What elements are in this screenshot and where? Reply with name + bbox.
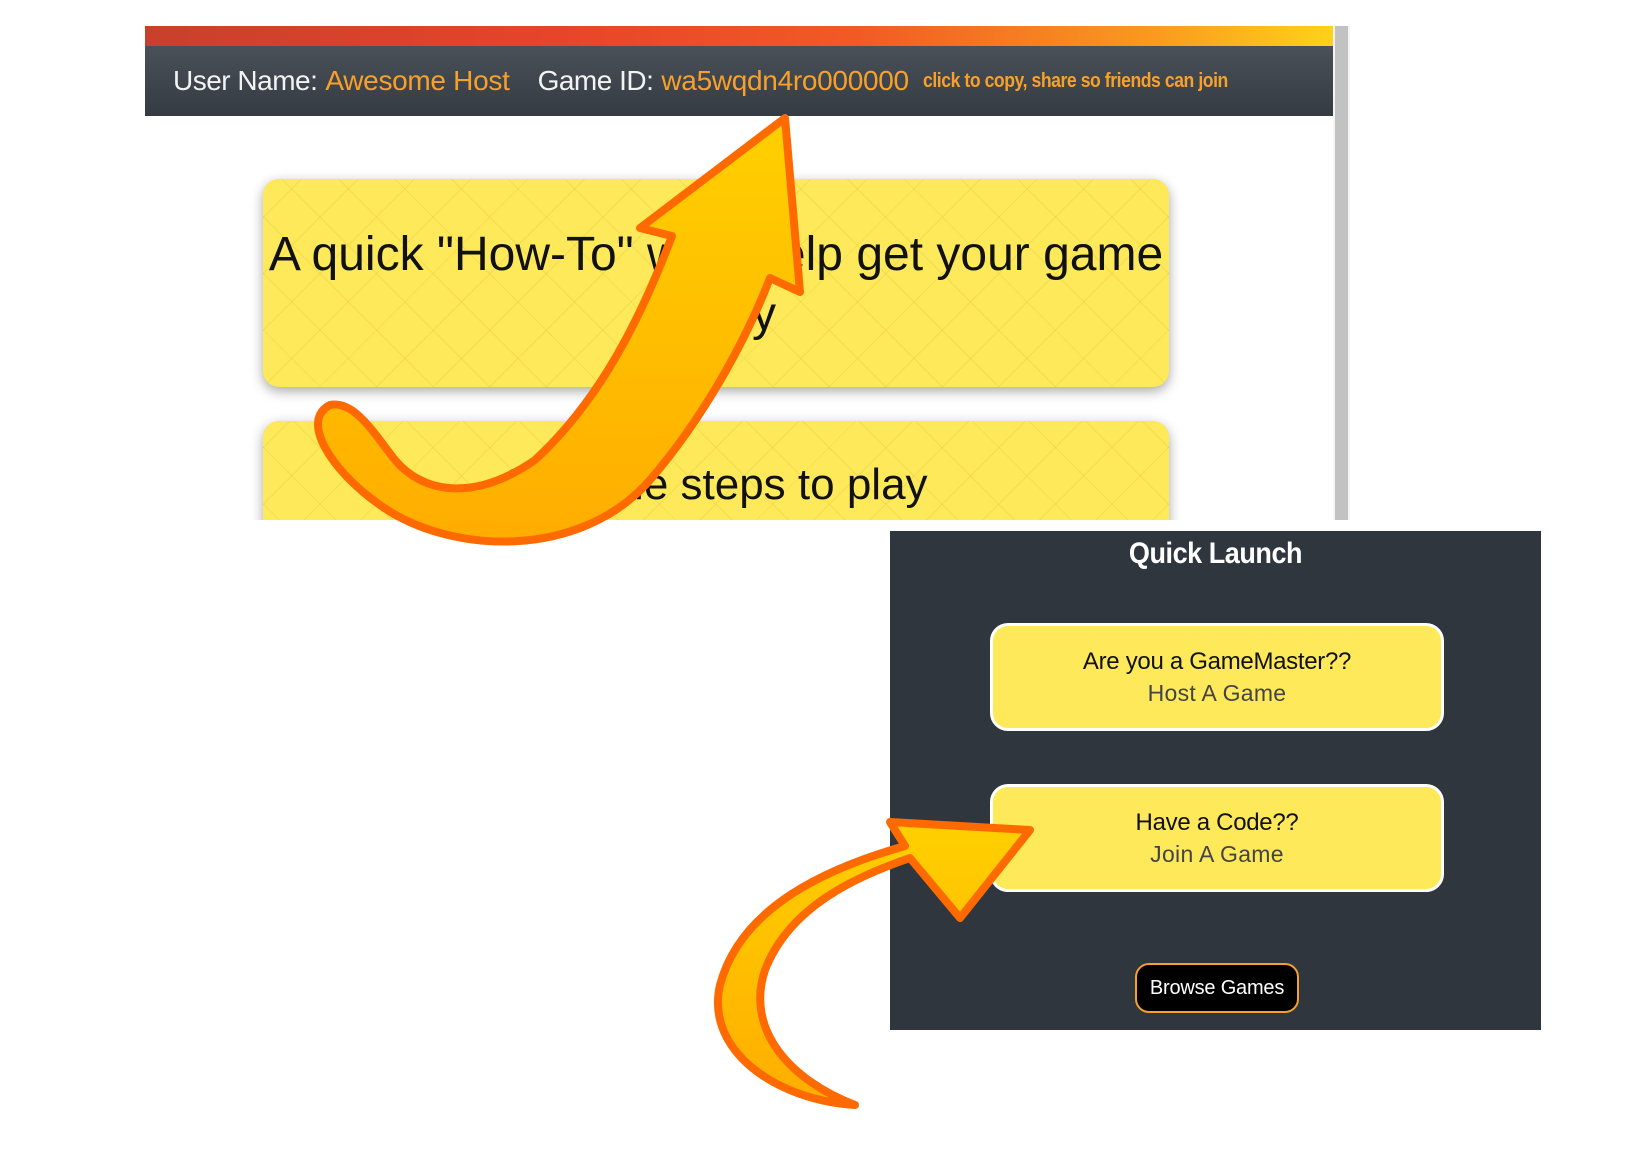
user-name-label: User Name: xyxy=(173,65,318,96)
user-name-value: Awesome Host xyxy=(325,65,510,96)
header-bar: User Name: Awesome Host Game ID: wa5wqdn… xyxy=(145,46,1333,116)
how-to-card: A quick "How-To" we'll help get your gam… xyxy=(263,179,1169,387)
steps-title: 3 simple steps to play xyxy=(504,460,928,509)
host-game-button[interactable]: Are you a GameMaster?? Host A Game xyxy=(990,623,1444,731)
how-to-title: A quick "How-To" we'll help get your gam… xyxy=(268,228,1164,341)
host-button-action: Host A Game xyxy=(1147,680,1287,706)
copy-game-id-link[interactable]: click to copy, share so friends can join xyxy=(923,70,1228,93)
host-button-question: Are you a GameMaster?? xyxy=(1082,648,1352,675)
quick-launch-title: Quick Launch xyxy=(1128,537,1303,570)
scrollbar-thumb[interactable] xyxy=(1335,26,1348,520)
header-gradient-strip xyxy=(145,26,1333,46)
game-id-value[interactable]: wa5wqdn4ro000000 xyxy=(661,65,909,97)
browse-games-button[interactable]: Browse Games xyxy=(1135,963,1299,1013)
game-lobby-screenshot: User Name: Awesome Host Game ID: wa5wqdn… xyxy=(145,26,1350,520)
steps-card: 3 simple steps to play xyxy=(263,421,1169,520)
join-button-action: Join A Game xyxy=(1150,841,1284,867)
game-id-label: Game ID: xyxy=(537,65,654,96)
join-game-button[interactable]: Have a Code?? Join A Game xyxy=(990,784,1444,892)
join-button-question: Have a Code?? xyxy=(1135,809,1299,836)
quick-launch-panel: Quick Launch Are you a GameMaster?? Host… xyxy=(890,531,1541,1030)
